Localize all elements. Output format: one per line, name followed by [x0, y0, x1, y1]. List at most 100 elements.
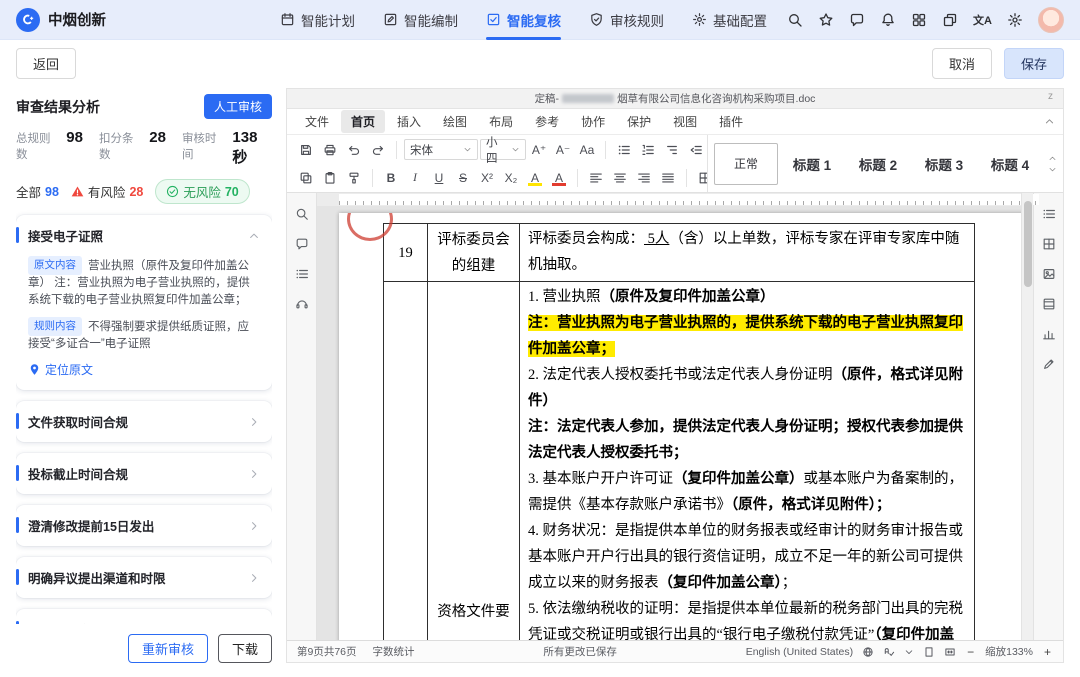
nav-item-smart-review[interactable]: 智能复核 [472, 0, 575, 40]
increase-font-button[interactable]: A⁺ [528, 139, 550, 161]
editor-menu-tab[interactable]: 首页 [341, 110, 386, 133]
translate-icon[interactable]: 文A [973, 12, 992, 28]
editor-menu-tab[interactable]: 布局 [479, 110, 523, 133]
filter-risky[interactable]: 有风险 28 [71, 182, 143, 201]
style-heading-1[interactable]: 标题 1 [780, 143, 844, 185]
chevron-up-icon[interactable] [248, 230, 260, 242]
copy-icon[interactable] [295, 167, 317, 189]
font-name-select[interactable]: 宋体 [404, 139, 478, 160]
paste-icon[interactable] [319, 167, 341, 189]
redo-icon[interactable] [367, 139, 389, 161]
fit-width-icon[interactable] [944, 646, 956, 658]
zoom-in-button[interactable]: + [1042, 645, 1053, 659]
nav-item-audit-rules[interactable]: 审核规则 [575, 0, 678, 40]
rule-card-header[interactable]: 明示评标方法 [16, 609, 272, 624]
strikethrough-button[interactable]: S [452, 167, 474, 189]
underline-button[interactable]: U [428, 167, 450, 189]
nav-item-smart-plan[interactable]: 智能计划 [266, 0, 369, 40]
search-icon[interactable] [787, 12, 803, 28]
rule-card-header[interactable]: 澄清修改提前15日发出 [16, 505, 272, 546]
collapse-toolbar-icon[interactable] [1044, 116, 1055, 127]
numbering-button[interactable] [637, 139, 659, 161]
page-indicator[interactable]: 第9页共76页 [297, 644, 357, 659]
style-heading-4[interactable]: 标题 4 [978, 143, 1042, 185]
workspace-icon[interactable] [942, 12, 958, 28]
editor-menu-tab[interactable]: 协作 [571, 110, 615, 133]
set-language-globe-icon[interactable] [862, 646, 874, 658]
editor-menu-tab[interactable]: 插件 [709, 110, 753, 133]
insert-table-button[interactable] [694, 167, 707, 189]
decrease-font-button[interactable]: A⁻ [552, 139, 574, 161]
support-icon[interactable] [295, 297, 309, 311]
table-settings-icon[interactable] [1042, 237, 1056, 251]
filter-safe[interactable]: 无风险 70 [155, 179, 250, 204]
chevron-down-icon[interactable] [904, 647, 914, 657]
spellcheck-icon[interactable] [883, 646, 895, 658]
editor-menu-tab[interactable]: 插入 [387, 110, 431, 133]
change-case-button[interactable]: Aa [576, 139, 598, 161]
rule-card-collapsed[interactable]: 投标截止时间合规 [16, 453, 272, 494]
bold-button[interactable]: B [380, 167, 402, 189]
highlight-color-button[interactable]: A [524, 167, 546, 189]
gallery-up-icon[interactable] [1048, 154, 1057, 163]
star-icon[interactable] [818, 12, 834, 28]
align-right-button[interactable] [633, 167, 655, 189]
print-icon[interactable] [319, 139, 341, 161]
filter-all[interactable]: 全部 98 [16, 182, 59, 201]
rule-card-collapsed[interactable]: 文件获取时间合规 [16, 401, 272, 442]
font-color-button[interactable]: A [548, 167, 570, 189]
editor-menu-tab[interactable]: 参考 [525, 110, 569, 133]
user-avatar[interactable] [1038, 6, 1064, 33]
vertical-scrollbar[interactable] [1021, 193, 1033, 640]
signature-settings-icon[interactable] [1042, 357, 1056, 371]
rule-card-collapsed[interactable]: 明示评标方法 [16, 609, 272, 624]
editor-menu-tab[interactable]: 文件 [295, 110, 339, 133]
horizontal-ruler[interactable] [317, 193, 1039, 206]
message-icon[interactable] [849, 12, 865, 28]
header-footer-settings-icon[interactable] [1042, 297, 1056, 311]
fit-page-icon[interactable] [923, 646, 935, 658]
editor-menu-tab[interactable]: 绘图 [433, 110, 477, 133]
chart-settings-icon[interactable] [1042, 327, 1056, 341]
style-heading-3[interactable]: 标题 3 [912, 143, 976, 185]
multilevel-list-button[interactable] [661, 139, 683, 161]
comments-icon[interactable] [295, 237, 309, 251]
paragraph-settings-icon[interactable] [1042, 207, 1056, 221]
superscript-button[interactable]: X² [476, 167, 498, 189]
bullets-button[interactable] [613, 139, 635, 161]
navigation-icon[interactable] [295, 267, 309, 281]
download-button[interactable]: 下载 [217, 634, 272, 663]
save-icon[interactable] [295, 139, 317, 161]
bell-icon[interactable] [880, 12, 896, 28]
subscript-button[interactable]: X₂ [500, 167, 522, 189]
locate-original-link[interactable]: 定位原文 [28, 361, 260, 378]
undo-icon[interactable] [343, 139, 365, 161]
format-painter-icon[interactable] [343, 167, 365, 189]
apps-icon[interactable] [911, 12, 927, 28]
align-center-button[interactable] [609, 167, 631, 189]
style-heading-2[interactable]: 标题 2 [846, 143, 910, 185]
gallery-down-icon[interactable] [1048, 165, 1057, 174]
rule-card-header[interactable]: 文件获取时间合规 [16, 401, 272, 442]
align-left-button[interactable] [585, 167, 607, 189]
zoom-out-button[interactable]: − [965, 645, 976, 659]
rule-card-collapsed[interactable]: 澄清修改提前15日发出 [16, 505, 272, 546]
rule-card-header[interactable]: 接受电子证照 [16, 215, 272, 256]
cancel-button[interactable]: 取消 [931, 47, 992, 79]
align-justify-button[interactable] [657, 167, 679, 189]
rule-card-collapsed[interactable]: 明确异议提出渠道和时限 [16, 557, 272, 598]
editor-menu-tab[interactable]: 视图 [663, 110, 707, 133]
rule-card-header[interactable]: 明确异议提出渠道和时限 [16, 557, 272, 598]
find-icon[interactable] [295, 207, 309, 221]
document-page[interactable]: 19 评标委员会的组建 评标委员会构成： 5人（含）以上单数，评标专家在评审专家… [339, 213, 1021, 640]
style-normal[interactable]: 正常 [714, 142, 778, 185]
save-button[interactable]: 保存 [1003, 47, 1064, 79]
font-size-select[interactable]: 小四 [480, 137, 526, 165]
rereview-button[interactable]: 重新审核 [127, 634, 208, 663]
image-settings-icon[interactable] [1042, 267, 1056, 281]
back-button[interactable]: 返回 [16, 47, 77, 79]
settings-gear-icon[interactable] [1007, 12, 1023, 28]
nav-item-base-config[interactable]: 基础配置 [678, 0, 781, 40]
word-count-button[interactable]: 字数统计 [373, 644, 415, 659]
manual-review-button[interactable]: 人工审核 [203, 94, 272, 119]
